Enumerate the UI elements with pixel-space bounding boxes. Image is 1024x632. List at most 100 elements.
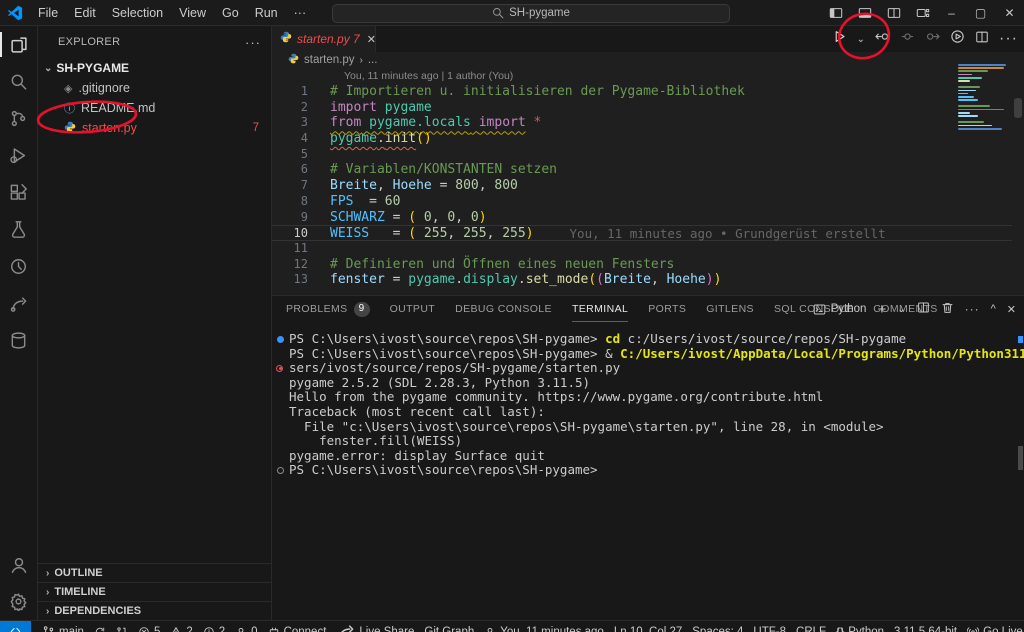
status-git-graph[interactable]: Git Graph [419,626,479,632]
code-line-1[interactable]: 1# Importieren u. initialisieren der Pyg… [272,84,1024,100]
editor-more-actions-icon[interactable]: ··· [999,30,1018,48]
minimap[interactable] [958,64,1010,131]
status-3-11-5-64-bit[interactable]: 3.11.5 64-bit [889,626,962,632]
gitlens-codelens[interactable]: You, 11 minutes ago | 1 author (You) [344,70,513,82]
status-2[interactable]: 2 [198,626,230,632]
activity-search-icon[interactable] [0,63,38,100]
close-panel-icon[interactable]: ✕ [1007,303,1016,316]
minimize-button[interactable]: – [937,0,966,26]
terminal-dropdown-icon[interactable]: ⌄ [897,304,905,315]
open-changes-icon[interactable] [900,29,915,49]
section-outline[interactable]: ›OUTLINE [38,563,271,582]
layout-split-icon[interactable] [879,0,908,26]
status-you-11-minutes-ago[interactable]: You, 11 minutes ago [479,626,609,632]
panel-tab-ports[interactable]: PORTS [648,296,686,322]
code-line-3[interactable]: 3from pygame.locals import * [272,115,1024,131]
file--gitignore[interactable]: ◈.gitignore [38,78,271,98]
menu-selection[interactable]: Selection [104,0,171,26]
run-python-file-button[interactable] [832,29,847,49]
new-terminal-icon[interactable]: + [877,301,886,318]
code-line-13[interactable]: 13fenster = pygame.display.set_mode((Bre… [272,272,1024,288]
activity-explorer-icon[interactable] [0,26,38,63]
code-line-9[interactable]: 9SCHWARZ = ( 0, 0, 0) [272,210,1024,226]
editor-scrollbar[interactable] [1014,98,1022,118]
activity-gitlens-icon[interactable] [0,248,38,285]
activity-database-icon[interactable] [0,322,38,359]
status-label: main [59,626,84,632]
panel-tab-gitlens[interactable]: GITLENS [706,296,754,322]
status-spaces-4[interactable]: Spaces: 4 [687,626,748,632]
status-go-live[interactable]: Go Live [962,626,1024,632]
activity-account-icon[interactable] [0,546,38,583]
code-line-12[interactable]: 12# Definieren und Öffnen eines neuen Fe… [272,257,1024,273]
warning-icon [170,626,182,632]
menu-view[interactable]: View [171,0,214,26]
panel-tab-terminal[interactable]: TERMINAL [572,296,628,322]
activity-source-control-icon[interactable] [0,100,38,137]
status-ln-10-col-27[interactable]: Ln 10, Col 27 [609,626,687,632]
code-line-2[interactable]: 2import pygame [272,100,1024,116]
maximize-panel-icon[interactable]: ^ [991,303,996,315]
code-line-11[interactable]: 11 [272,241,1024,257]
panel-tab-output[interactable]: OUTPUT [390,296,436,322]
menu-go[interactable]: Go [214,0,247,26]
activity-settings-icon[interactable] [0,583,38,620]
maximize-button[interactable]: ▢ [966,0,995,26]
status-python[interactable]: {}Python [831,626,889,632]
status-crlf[interactable]: CRLF [791,626,831,632]
section-dependencies[interactable]: ›DEPENDENCIES [38,601,271,620]
layout-customize-icon[interactable] [908,0,937,26]
layout-sidebar-icon[interactable] [821,0,850,26]
code-line-4[interactable]: 4pygame.init() [272,131,1024,147]
root-folder[interactable]: ⌄ SH-PYGAME [38,58,271,78]
activity-run-and-debug-icon[interactable] [0,137,38,174]
split-editor-icon[interactable] [975,30,989,49]
menu-file[interactable]: File [30,0,66,26]
code-line-8[interactable]: 8FPS = 60 [272,194,1024,210]
status-compare[interactable] [111,626,133,632]
breadcrumb[interactable]: starten.py › ... [272,52,1024,68]
status-remote[interactable] [0,621,31,632]
menu-[interactable]: ··· [286,0,315,26]
activity-extensions-icon[interactable] [0,174,38,211]
close-button[interactable]: ✕ [995,0,1024,26]
terminal-scrollbar[interactable] [1018,446,1023,470]
status-main[interactable]: main [37,625,89,632]
status-0[interactable]: 0 [230,626,262,632]
command-center-search[interactable]: SH-pygame [332,4,730,23]
split-terminal-icon[interactable] [917,301,930,317]
file-starten-py[interactable]: starten.py7 [38,118,271,138]
file-readme-md[interactable]: ⓘREADME.md [38,98,271,118]
run-dropdown-icon[interactable]: ⌄ [857,34,865,45]
status-live-share[interactable]: Live Share [331,622,419,632]
code-line-6[interactable]: 6# Variablen/KONSTANTEN setzen [272,162,1024,178]
code-line-7[interactable]: 7Breite, Hoehe = 800, 800 [272,178,1024,194]
section-timeline[interactable]: ›TIMELINE [38,582,271,601]
menu-edit[interactable]: Edit [66,0,104,26]
status-utf-8[interactable]: UTF-8 [748,626,791,632]
activity-live-share-icon[interactable] [0,285,38,322]
code-line-5[interactable]: 5 [272,147,1024,163]
tab-starten-py[interactable]: starten.py 7 ✕ [272,26,376,52]
panel-tab-problems[interactable]: PROBLEMS9 [286,296,370,322]
activity-testing-icon[interactable] [0,211,38,248]
terminal-output[interactable]: PS C:\Users\ivost\source\repos\SH-pygame… [276,332,1016,478]
open-changes-prev-icon[interactable] [875,29,890,49]
status-connect[interactable]: Connect [263,626,332,632]
tab-close-icon[interactable]: ✕ [367,33,376,46]
kill-terminal-icon[interactable] [941,301,954,317]
panel-tab-debug-console[interactable]: DEBUG CONSOLE [455,296,552,322]
terminal-text: File "c:\Users\ivost\source\repos\SH-pyg… [289,420,884,435]
menu-run[interactable]: Run [247,0,286,26]
layout-panel-icon[interactable] [850,0,879,26]
run-or-debug-icon[interactable] [950,29,965,49]
status-5[interactable]: 5 [133,626,165,632]
panel-more-actions-icon[interactable]: ··· [965,302,980,316]
code-view[interactable]: 1# Importieren u. initialisieren der Pyg… [272,84,1024,288]
open-changes-next-icon[interactable] [925,29,940,49]
terminal-shell-item[interactable]: Python [813,303,867,316]
code-line-10[interactable]: 10WEISS = ( 255, 255, 255)You, 11 minute… [272,225,1012,241]
status-sync[interactable] [89,626,111,632]
status-2[interactable]: 2 [165,626,197,632]
explorer-more-icon[interactable]: ··· [245,35,261,50]
